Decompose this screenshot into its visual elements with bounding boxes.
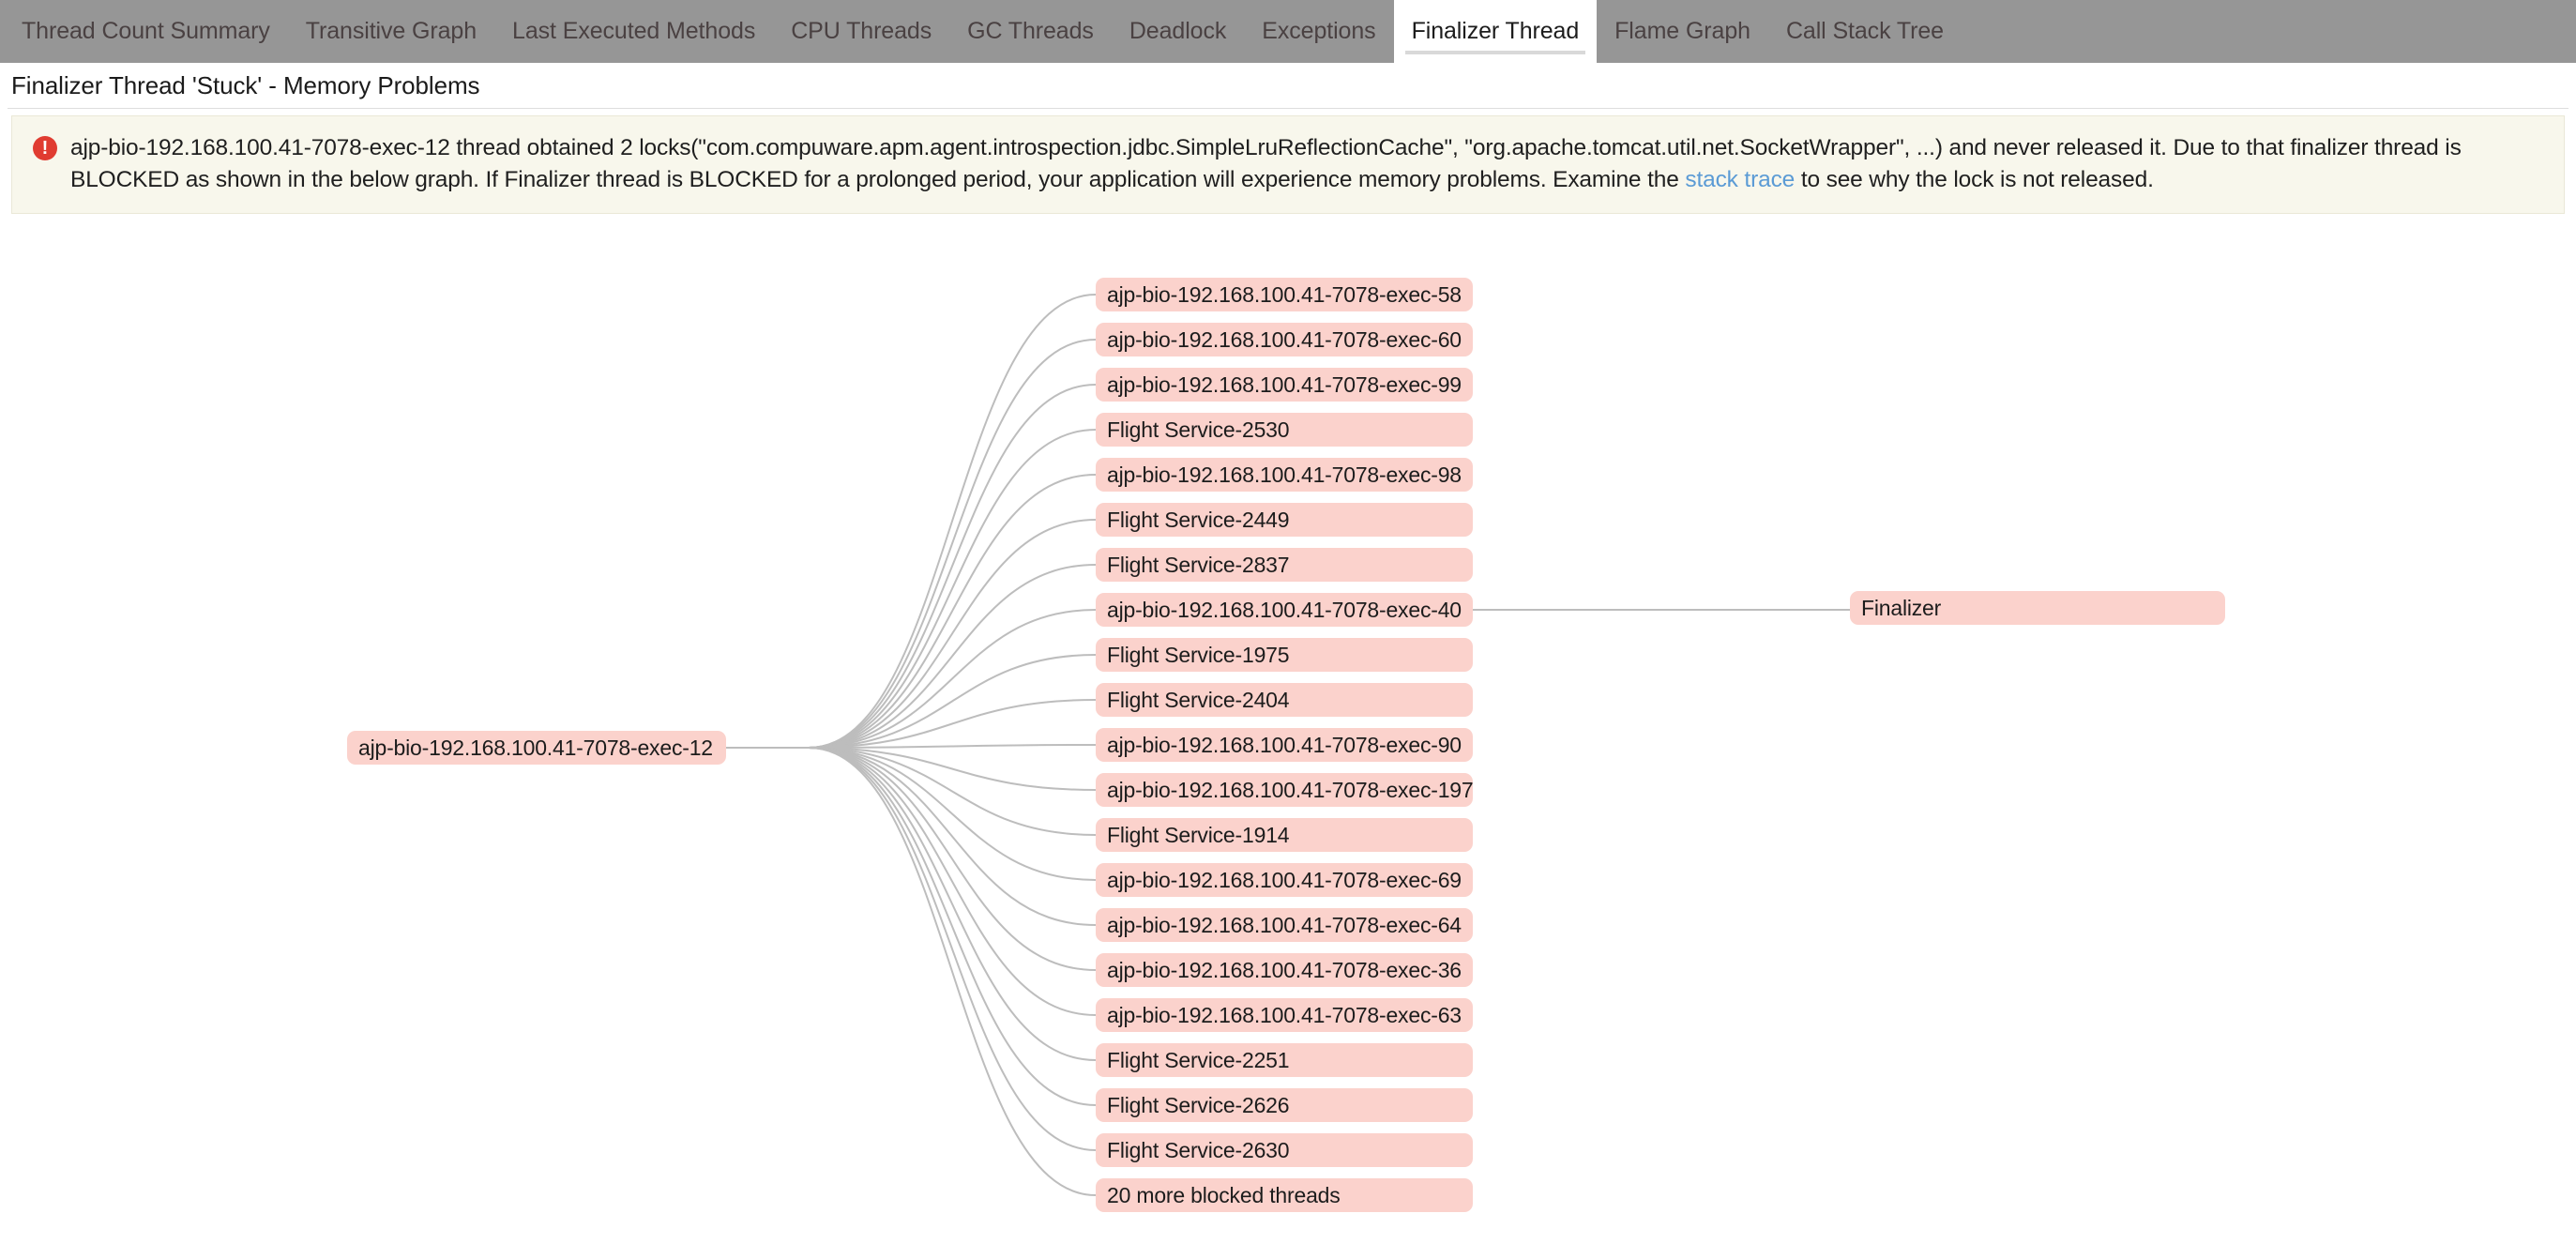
blocked-thread-node[interactable]: ajp-bio-192.168.100.41-7078-exec-98 bbox=[1096, 458, 1473, 492]
tab-transitive-graph[interactable]: Transitive Graph bbox=[288, 0, 494, 63]
node-label: ajp-bio-192.168.100.41-7078-exec-197 bbox=[1107, 777, 1474, 802]
blocked-thread-node[interactable]: Flight Service-2251 bbox=[1096, 1043, 1473, 1077]
node-label: ajp-bio-192.168.100.41-7078-exec-12 bbox=[358, 735, 713, 760]
tab-label: Call Stack Tree bbox=[1785, 18, 1944, 44]
node-label: Flight Service-2530 bbox=[1107, 417, 1290, 442]
graph-edge bbox=[808, 747, 1097, 881]
node-label: Flight Service-2837 bbox=[1107, 552, 1290, 577]
tab-label: Thread Count Summary bbox=[22, 18, 270, 44]
tab-label: Exceptions bbox=[1262, 18, 1376, 44]
blocked-thread-node[interactable]: ajp-bio-192.168.100.41-7078-exec-90 bbox=[1096, 728, 1473, 762]
node-label: ajp-bio-192.168.100.41-7078-exec-69 bbox=[1107, 867, 1462, 892]
blocked-thread-node[interactable]: ajp-bio-192.168.100.41-7078-exec-197 bbox=[1096, 773, 1474, 807]
blocked-thread-node[interactable]: Flight Service-2837 bbox=[1096, 548, 1473, 582]
tab-cpu-threads[interactable]: CPU Threads bbox=[773, 0, 949, 63]
graph-edge bbox=[808, 609, 1097, 749]
blocked-thread-node[interactable]: Flight Service-2626 bbox=[1096, 1088, 1473, 1122]
source-thread-node[interactable]: ajp-bio-192.168.100.41-7078-exec-12 bbox=[347, 731, 726, 765]
tab-label: Flame Graph bbox=[1614, 18, 1750, 44]
blocked-thread-node[interactable]: ajp-bio-192.168.100.41-7078-exec-64 bbox=[1096, 908, 1473, 942]
node-label: ajp-bio-192.168.100.41-7078-exec-98 bbox=[1107, 462, 1462, 487]
tab-bar: Thread Count Summary Transitive Graph Last… bbox=[0, 0, 2576, 63]
blocked-thread-node[interactable]: Flight Service-2449 bbox=[1096, 503, 1473, 537]
stack-trace-link[interactable]: stack trace bbox=[1685, 167, 1795, 192]
tab-label: Transitive Graph bbox=[305, 18, 477, 44]
warning-banner-wrapper: ! ajp-bio-192.168.100.41-7078-exec-12 th… bbox=[0, 109, 2576, 214]
blocked-thread-node[interactable]: ajp-bio-192.168.100.41-7078-exec-36 bbox=[1096, 953, 1473, 987]
blocked-thread-node[interactable]: Flight Service-2530 bbox=[1096, 413, 1473, 447]
node-label: Flight Service-1914 bbox=[1107, 822, 1290, 847]
blocked-thread-node[interactable]: ajp-bio-192.168.100.41-7078-exec-69 bbox=[1096, 863, 1473, 897]
blocked-thread-node[interactable]: Flight Service-1975 bbox=[1096, 638, 1473, 672]
node-label: ajp-bio-192.168.100.41-7078-exec-90 bbox=[1107, 732, 1462, 757]
node-label: Flight Service-2251 bbox=[1107, 1047, 1290, 1072]
page-title-row: Finalizer Thread 'Stuck' - Memory Proble… bbox=[0, 63, 2576, 108]
thread-block-graph: ajp-bio-192.168.100.41-7078-exec-12 ajp-b… bbox=[0, 214, 2576, 1246]
graph-edge bbox=[808, 564, 1097, 749]
blocked-thread-node[interactable]: Flight Service-1914 bbox=[1096, 818, 1473, 852]
page-title: Finalizer Thread 'Stuck' - Memory Proble… bbox=[11, 70, 480, 99]
blocked-thread-node[interactable]: Flight Service-2404 bbox=[1096, 683, 1473, 717]
graph-edge bbox=[808, 744, 1097, 749]
node-label: Flight Service-2630 bbox=[1107, 1137, 1290, 1162]
tab-label: GC Threads bbox=[967, 18, 1094, 44]
node-label: Finalizer bbox=[1861, 595, 1942, 620]
blocked-thread-node[interactable]: ajp-bio-192.168.100.41-7078-exec-58 bbox=[1096, 278, 1473, 311]
graph-edge bbox=[808, 654, 1097, 749]
graph-edge bbox=[808, 747, 1097, 1196]
blocked-thread-node[interactable]: ajp-bio-192.168.100.41-7078-exec-63 bbox=[1096, 998, 1473, 1032]
warning-banner: ! ajp-bio-192.168.100.41-7078-exec-12 th… bbox=[11, 115, 2565, 214]
blocked-thread-node[interactable]: ajp-bio-192.168.100.41-7078-exec-99 bbox=[1096, 368, 1473, 402]
tab-call-stack-tree[interactable]: Call Stack Tree bbox=[1768, 0, 1962, 63]
graph-edge bbox=[808, 747, 1097, 1106]
tab-label: Last Executed Methods bbox=[512, 18, 756, 44]
tab-last-executed-methods[interactable]: Last Executed Methods bbox=[494, 0, 773, 63]
graph-edge bbox=[808, 747, 1097, 1061]
tab-label: CPU Threads bbox=[791, 18, 932, 44]
graph-edge bbox=[808, 519, 1097, 749]
blocked-thread-node[interactable]: ajp-bio-192.168.100.41-7078-exec-40 bbox=[1096, 593, 1473, 627]
node-label: ajp-bio-192.168.100.41-7078-exec-36 bbox=[1107, 957, 1462, 982]
blocked-thread-node[interactable]: ajp-bio-192.168.100.41-7078-exec-60 bbox=[1096, 323, 1473, 356]
node-label: ajp-bio-192.168.100.41-7078-exec-40 bbox=[1107, 597, 1462, 622]
error-exclamation-icon: ! bbox=[33, 136, 57, 160]
tab-gc-threads[interactable]: GC Threads bbox=[949, 0, 1112, 63]
graph-edge bbox=[808, 699, 1097, 749]
node-label: ajp-bio-192.168.100.41-7078-exec-58 bbox=[1107, 281, 1462, 307]
node-label: Flight Service-2404 bbox=[1107, 687, 1290, 712]
tab-label: Finalizer Thread bbox=[1411, 18, 1580, 44]
warning-banner-text: ajp-bio-192.168.100.41-7078-exec-12 thre… bbox=[70, 132, 2519, 196]
tab-flame-graph[interactable]: Flame Graph bbox=[1597, 0, 1768, 63]
tab-deadlock[interactable]: Deadlock bbox=[1112, 0, 1244, 63]
graph-edge bbox=[808, 747, 1097, 971]
graph-edge bbox=[808, 294, 1097, 749]
graph-edge bbox=[808, 747, 1097, 791]
graph-edge bbox=[808, 747, 1097, 926]
node-label: ajp-bio-192.168.100.41-7078-exec-63 bbox=[1107, 1002, 1462, 1027]
node-label: ajp-bio-192.168.100.41-7078-exec-60 bbox=[1107, 326, 1462, 352]
graph-edge bbox=[808, 747, 1097, 1151]
node-label: ajp-bio-192.168.100.41-7078-exec-64 bbox=[1107, 912, 1462, 937]
node-label: 20 more blocked threads bbox=[1107, 1182, 1341, 1207]
tab-finalizer-thread[interactable]: Finalizer Thread bbox=[1393, 0, 1598, 63]
tab-exceptions[interactable]: Exceptions bbox=[1244, 0, 1393, 63]
graph-edge bbox=[808, 429, 1097, 749]
tab-label: Deadlock bbox=[1129, 18, 1227, 44]
node-label: ajp-bio-192.168.100.41-7078-exec-99 bbox=[1107, 372, 1462, 397]
graph-edge bbox=[808, 747, 1097, 836]
tab-thread-count-summary[interactable]: Thread Count Summary bbox=[4, 0, 288, 63]
node-label: Flight Service-1975 bbox=[1107, 642, 1290, 667]
graph-edge bbox=[808, 339, 1097, 749]
node-label: Flight Service-2626 bbox=[1107, 1092, 1290, 1117]
graph-edge bbox=[808, 747, 1097, 1016]
finalizer-thread-node[interactable]: Finalizer bbox=[1850, 591, 2225, 625]
blocked-thread-node[interactable]: Flight Service-2630 bbox=[1096, 1133, 1473, 1167]
graph-edge bbox=[808, 384, 1097, 749]
node-label: Flight Service-2449 bbox=[1107, 507, 1290, 532]
warning-text-part-2: to see why the lock is not released. bbox=[1795, 167, 2154, 192]
graph-edge bbox=[808, 474, 1097, 749]
blocked-thread-node[interactable]: 20 more blocked threads bbox=[1096, 1178, 1473, 1212]
